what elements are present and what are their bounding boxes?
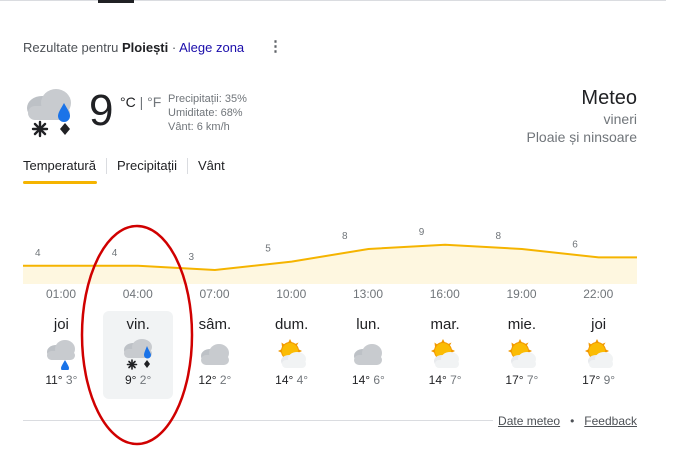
unit-fahrenheit[interactable]: °F bbox=[147, 94, 161, 110]
day-low: 9° bbox=[600, 373, 616, 387]
tab-temperature[interactable]: Temperatură bbox=[23, 158, 106, 174]
hour-label: 10:00 bbox=[276, 287, 307, 301]
weather-title: Meteo bbox=[581, 87, 637, 109]
active-tab-marker bbox=[98, 0, 134, 3]
temperature-label: 6 bbox=[572, 239, 578, 250]
unit-separator: | bbox=[135, 94, 148, 110]
day-temperatures: 14° 6° bbox=[333, 373, 403, 387]
weather-header: Meteo vineri Ploaie și ninsoare bbox=[526, 86, 637, 146]
hour-label: 19:00 bbox=[506, 287, 537, 301]
day-high: 17° bbox=[582, 373, 601, 387]
day-forecast[interactable]: joi 17° 9° bbox=[564, 311, 634, 399]
day-forecast[interactable]: mie. 17° 7° bbox=[487, 311, 557, 399]
weather-day: vineri bbox=[603, 111, 637, 127]
day-high: 14° bbox=[351, 373, 371, 387]
hour-label: 16:00 bbox=[429, 287, 460, 301]
active-tab-underline bbox=[23, 181, 97, 184]
unit-toggle: °C | °F bbox=[120, 94, 161, 110]
temperature-label: 4 bbox=[35, 248, 41, 259]
day-low: 7° bbox=[446, 373, 462, 387]
day-low: 7° bbox=[523, 373, 539, 387]
partly-cloudy-icon bbox=[584, 339, 613, 368]
hour-label: 13:00 bbox=[352, 287, 384, 301]
day-high: 12° bbox=[198, 373, 217, 387]
humidity-text: Umiditate: 68% bbox=[168, 107, 243, 119]
day-high: 14° bbox=[428, 373, 447, 387]
change-location-link[interactable]: Alege zona bbox=[179, 40, 244, 55]
location-prefix: Rezultate pentru bbox=[23, 40, 123, 55]
cloud-icon bbox=[354, 344, 383, 365]
day-low: 4° bbox=[293, 373, 309, 387]
wind-text: Vânt: 6 km/h bbox=[168, 121, 230, 133]
location-name: Ploiești bbox=[122, 40, 169, 55]
current-temperature: 9 bbox=[89, 86, 114, 135]
partly-cloudy-icon bbox=[507, 339, 536, 368]
day-forecast[interactable]: lun. 14° 6° bbox=[333, 311, 403, 399]
red-circle-annotation bbox=[80, 224, 194, 446]
day-high: 14° bbox=[275, 373, 294, 387]
temperature-label: 9 bbox=[419, 227, 425, 238]
day-temperatures: 17° 9° bbox=[564, 373, 634, 387]
more-options-icon[interactable]: ⋮ bbox=[268, 39, 283, 54]
partly-cloudy-icon bbox=[431, 339, 460, 368]
day-forecast[interactable]: dum. 14° 4° bbox=[257, 311, 327, 399]
day-temperatures: 14° 7° bbox=[410, 373, 480, 387]
rain-icon bbox=[47, 340, 76, 370]
day-temperatures: 17° 7° bbox=[487, 373, 557, 387]
temperature-label: 8 bbox=[496, 231, 502, 242]
cloud-rain-snow-icon bbox=[27, 89, 71, 138]
precipitation-text: Precipitații: 35% bbox=[168, 93, 247, 105]
day-name: dum. bbox=[274, 316, 309, 333]
day-high: 11° bbox=[45, 373, 63, 387]
hour-label: 22:00 bbox=[583, 287, 614, 301]
feedback-link[interactable]: Feedback bbox=[584, 414, 637, 428]
temperature-label: 8 bbox=[342, 231, 348, 242]
day-name: lun. bbox=[356, 316, 381, 333]
weather-tabs: Temperatură Precipitații Vânt bbox=[23, 158, 235, 174]
temperature-label: 5 bbox=[265, 244, 271, 255]
day-low: 2° bbox=[216, 373, 232, 387]
weather-data-link[interactable]: Date meteo bbox=[498, 414, 560, 428]
footer-links: Date meteo • Feedback bbox=[498, 414, 637, 428]
unit-celsius[interactable]: °C bbox=[120, 94, 136, 110]
location-line: Rezultate pentru Ploiești · Alege zona bbox=[23, 40, 244, 55]
weather-condition: Ploaie și ninsoare bbox=[526, 129, 637, 145]
weather-details: Precipitații: 35% Umiditate: 68% Vânt: 6… bbox=[168, 92, 247, 134]
day-low: 3° bbox=[62, 373, 78, 387]
day-low: 6° bbox=[370, 373, 385, 387]
day-forecast[interactable]: mar. 14° 7° bbox=[410, 311, 480, 399]
day-temperatures: 14° 4° bbox=[257, 373, 327, 387]
day-name: mie. bbox=[507, 316, 537, 333]
day-high: 17° bbox=[505, 373, 524, 387]
day-name: joi bbox=[591, 316, 607, 333]
location-separator: · bbox=[168, 40, 180, 55]
cloud-icon bbox=[200, 344, 229, 365]
day-name: mar. bbox=[430, 316, 460, 333]
tab-wind[interactable]: Vânt bbox=[186, 158, 235, 174]
partly-cloudy-icon bbox=[277, 339, 306, 368]
tab-precipitation[interactable]: Precipitații bbox=[105, 158, 187, 174]
footer-separator: • bbox=[570, 414, 575, 428]
